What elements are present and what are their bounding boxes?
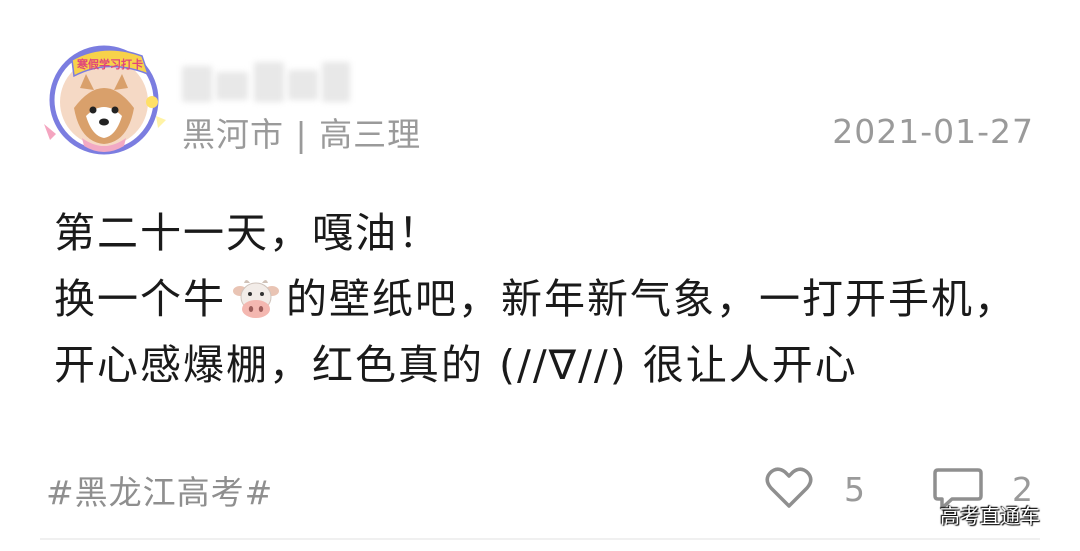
cow-face-icon xyxy=(232,274,280,318)
watermark: 高考直通车 xyxy=(940,504,1040,528)
content-text-before: 换一个牛 xyxy=(54,275,226,323)
location-grade: 黑河市 | 高三理 xyxy=(182,115,422,154)
content-paragraph: 换一个牛 的壁纸吧，新年新气象，一打开手机，开心感爆棚，红色真的 (//∇//)… xyxy=(54,266,1044,398)
heart-outline-icon[interactable] xyxy=(764,466,814,510)
username-blurred[interactable] xyxy=(182,62,352,104)
post-content: 第二十一天，嘎油！ 换一个牛 的壁纸吧，新年新气象，一打开手机，开心感爆棚，红色… xyxy=(54,200,1044,398)
avatar-badge-text: 寒假学习打卡 xyxy=(76,57,143,71)
content-line-1: 第二十一天，嘎油！ xyxy=(54,209,441,257)
like-count: 5 xyxy=(844,470,865,509)
post-date: 2021-01-27 xyxy=(832,112,1034,151)
divider xyxy=(40,538,1040,540)
avatar[interactable]: 寒假学习打卡 xyxy=(38,38,170,158)
hashtag-link[interactable]: #黑龙江高考# xyxy=(46,466,273,514)
